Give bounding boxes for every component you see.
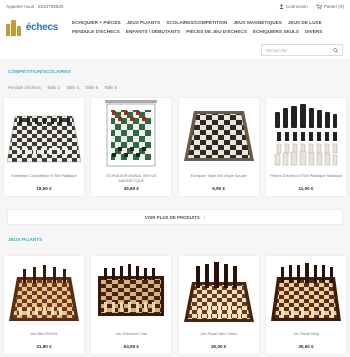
see-more-label: VOIR PLUS DE PRODUITS (144, 214, 200, 220)
section-title-competition: COMPÉTITION/SCOLAIRES (8, 70, 71, 75)
tab-taille-6[interactable]: Taille 6 (104, 85, 117, 90)
product-price: 16,50 € (36, 186, 52, 191)
chevron-right-icon: › (203, 214, 206, 220)
main-nav: ÉCHIQUIER + PIÈCES JEUX PLIANTS SCOLAIRE… (72, 20, 342, 34)
search-icon[interactable] (333, 47, 338, 53)
cart-icon (315, 3, 322, 9)
product-card[interactable]: Jeu Small King 35,60 € (265, 256, 346, 354)
see-more-products-button[interactable]: VOIR PLUS DE PRODUITS › (8, 210, 342, 224)
product-price: 11,00 € (298, 186, 314, 191)
product-name[interactable]: Ensemble Compétition N°5/6 Plastique (4, 174, 84, 184)
logo-text: échecs (25, 21, 58, 33)
nav-enfants[interactable]: ENFANTS / DÉBUTANTS (126, 29, 180, 34)
nav-jeux-pliants[interactable]: JEUX PLIANTS (127, 20, 161, 25)
product-name[interactable]: Échiquier Taille 5/6 Vinyle Souple (179, 174, 259, 184)
product-image-chessboard-set[interactable] (4, 98, 84, 172)
product-image-small-king[interactable] (265, 256, 346, 330)
product-price: 49,80 € (123, 186, 139, 191)
product-image-wall-board[interactable] (91, 98, 172, 172)
search-placeholder: Rechercher (266, 47, 288, 53)
nav-divers[interactable]: DIVERS (305, 29, 322, 34)
nav-jeux-de-luxe[interactable]: JEUX DE LUXE (288, 20, 322, 25)
nav-pendule[interactable]: PENDULE D'ÉCHECS (72, 29, 120, 34)
product-name[interactable]: Jeu D'échecs Club (91, 332, 171, 342)
tab-taille-3[interactable]: Taille 3 (47, 85, 60, 90)
login-link[interactable]: Connexion (279, 4, 308, 9)
category-tabs: Pendule d'échecs Taille 3 Taille 4 Taill… (8, 85, 117, 90)
search-input[interactable]: Rechercher (261, 44, 343, 56)
tab-pendule[interactable]: Pendule d'échecs (8, 85, 41, 90)
product-image-mini-royal[interactable] (4, 256, 84, 330)
product-price: 6,90 € (212, 186, 226, 191)
nav-echiquiers-seuls[interactable]: ÉCHIQUIERS SEULS (253, 29, 299, 34)
tab-taille-4[interactable]: Taille 4 (66, 85, 79, 90)
product-row-jeux-pliants: Jeu Mini ROYAL 31,90 € Jeu D'échecs Club… (4, 256, 346, 354)
cart-link[interactable]: Panier (0) (315, 3, 344, 9)
product-price: 36,00 € (210, 344, 227, 349)
product-name[interactable]: Jeu Royal Mini Chess (179, 332, 259, 342)
product-price: 35,60 € (298, 344, 314, 349)
product-card[interactable]: ÉCHIQUIER MURAL VINYLE MAGNÉTIQUE 49,80 … (91, 98, 172, 196)
product-name[interactable]: Jeu Small King (266, 332, 346, 342)
product-card[interactable]: Pièces D'échecs N°5/6 Plastique Standard… (265, 98, 346, 196)
contact-phone: Appelez-nous : 0233759829 (6, 3, 64, 9)
product-card[interactable]: Jeu D'échecs Club 64,90 € (91, 256, 172, 354)
product-card[interactable]: Ensemble Compétition N°5/6 Plastique 16,… (4, 98, 84, 196)
login-label: Connexion (285, 3, 308, 9)
product-image-pieces[interactable] (265, 98, 346, 172)
product-row-competition: Ensemble Compétition N°5/6 Plastique 16,… (4, 98, 346, 196)
product-name[interactable]: ÉCHIQUIER MURAL VINYLE MAGNÉTIQUE (91, 174, 171, 184)
product-image-vinyl-board[interactable] (178, 98, 259, 172)
top-bar: Appelez-nous : 0233759829 Connexion Pani… (0, 0, 350, 12)
product-image-club[interactable] (91, 256, 172, 330)
product-name[interactable]: Jeu Mini ROYAL (4, 332, 84, 342)
product-image-royal-mini-chess[interactable] (178, 256, 259, 330)
nav-echiquier-pieces[interactable]: ÉCHIQUIER + PIÈCES (72, 20, 121, 25)
site-header: échecs ÉCHIQUIER + PIÈCES JEUX PLIANTS S… (0, 12, 350, 58)
product-price: 64,90 € (123, 344, 139, 349)
user-icon (279, 3, 284, 9)
product-name[interactable]: Pièces D'échecs N°5/6 Plastique Standard (266, 174, 346, 184)
nav-pieces[interactable]: PIÈCES DE JEU D'ÉCHECS (186, 29, 247, 34)
chess-pieces-logo-icon (6, 18, 24, 36)
cart-label: Panier (0) (323, 3, 344, 9)
nav-scolaires-competition[interactable]: SCOLAIRES/COMPÉTITION (166, 20, 227, 25)
site-logo[interactable]: échecs (6, 16, 58, 38)
product-card[interactable]: Jeu Mini ROYAL 31,90 € (4, 256, 84, 354)
tab-taille-5[interactable]: Taille 5 (85, 85, 98, 90)
section-title-jeux-pliants: JEUX PLIANTS (8, 238, 43, 243)
product-card[interactable]: Échiquier Taille 5/6 Vinyle Souple 6,90 … (178, 98, 259, 196)
nav-jeux-magnetiques[interactable]: JEUX MAGNÉTIQUES (233, 20, 281, 25)
product-price: 31,90 € (36, 344, 52, 349)
product-card[interactable]: Jeu Royal Mini Chess 36,00 € (178, 256, 259, 354)
